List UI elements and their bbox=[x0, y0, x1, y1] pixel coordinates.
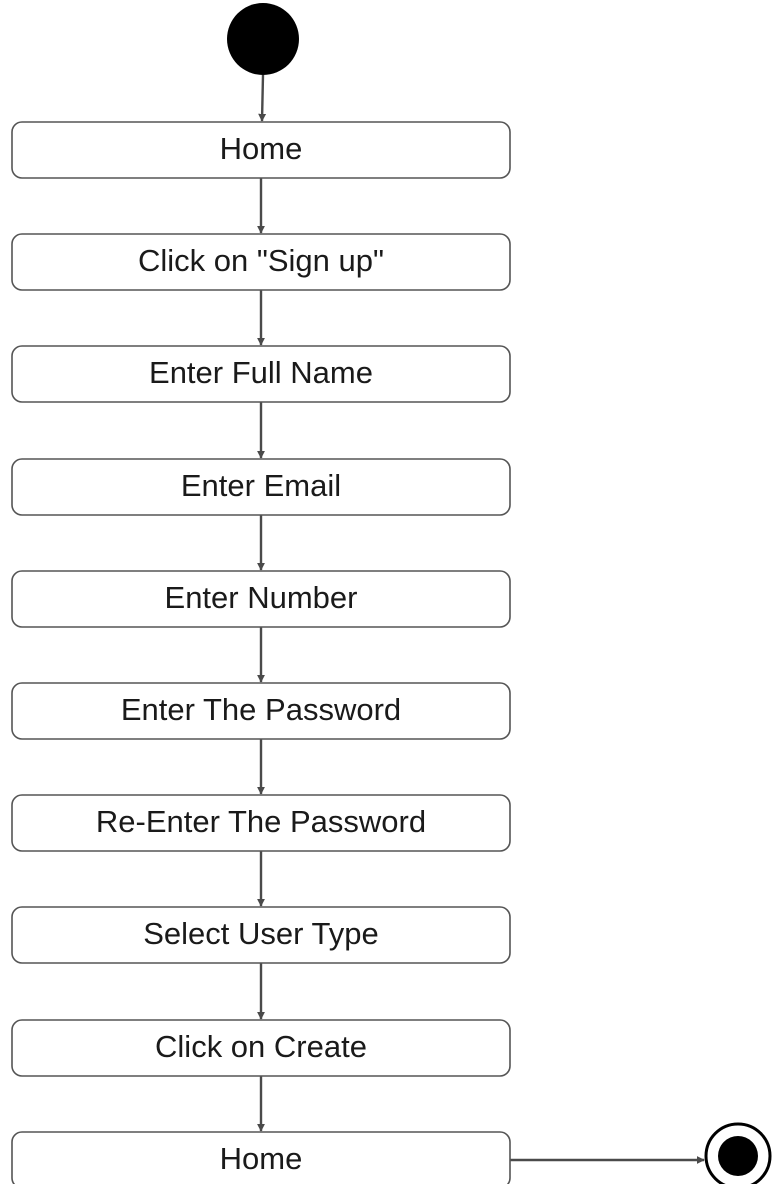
activity-step-8: Select User Type bbox=[11, 906, 511, 964]
activity-label: Enter The Password bbox=[121, 692, 401, 727]
activity-step-5: Enter Number bbox=[11, 570, 511, 628]
activity-step-10: Home bbox=[11, 1131, 511, 1184]
activity-label: Select User Type bbox=[143, 916, 378, 951]
activity-label: Click on Create bbox=[155, 1029, 367, 1064]
activity-label: Home bbox=[220, 131, 303, 166]
activity-step-3: Enter Full Name bbox=[11, 345, 511, 403]
activity-step-1: Home bbox=[11, 121, 511, 179]
activity-step-9: Click on Create bbox=[11, 1019, 511, 1077]
activity-step-7: Re-Enter The Password bbox=[11, 794, 511, 852]
activity-diagram: Home Click on "Sign up" Enter Full Name Ent… bbox=[11, 3, 772, 1184]
activity-label: Enter Number bbox=[165, 580, 358, 615]
activity-label: Click on "Sign up" bbox=[138, 243, 384, 278]
activity-label: Home bbox=[220, 1141, 303, 1176]
final-node-core bbox=[718, 1136, 758, 1176]
final-node bbox=[704, 1122, 772, 1184]
activity-step-6: Enter The Password bbox=[11, 682, 511, 740]
nodes: Home Click on "Sign up" Enter Full Name Ent… bbox=[11, 3, 772, 1184]
activity-label: Enter Email bbox=[181, 468, 341, 503]
flow-arrow-1 bbox=[258, 74, 267, 122]
initial-node bbox=[227, 3, 299, 75]
activity-step-4: Enter Email bbox=[11, 458, 511, 516]
activity-step-2: Click on "Sign up" bbox=[11, 233, 511, 291]
activity-label: Re-Enter The Password bbox=[96, 804, 426, 839]
activity-label: Enter Full Name bbox=[149, 355, 373, 390]
